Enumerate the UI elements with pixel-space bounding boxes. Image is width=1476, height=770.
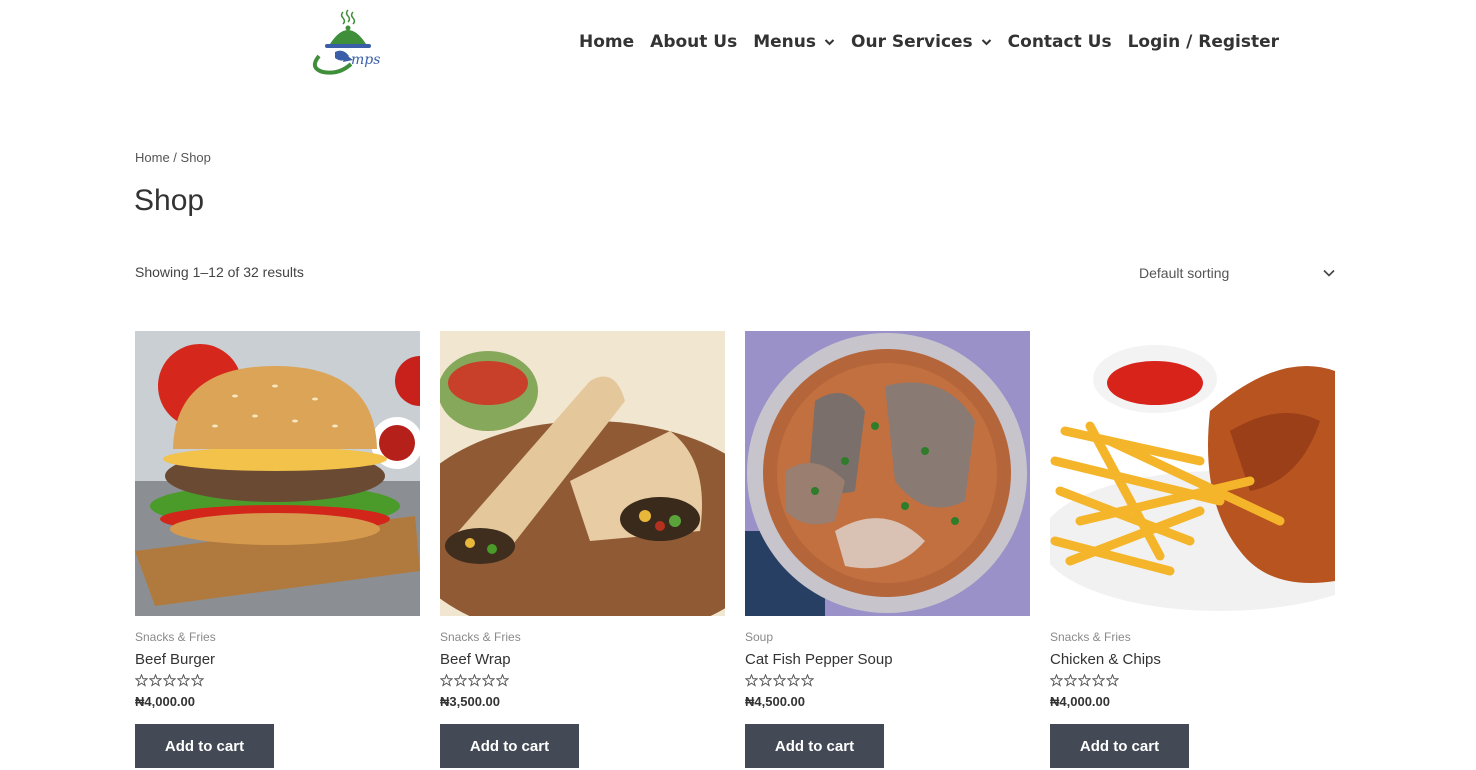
nav-menus[interactable]: Menus [753, 32, 835, 52]
star-icon [440, 674, 453, 687]
sorting-selected-label: Default sorting [1139, 265, 1230, 281]
product-image-beef-burger[interactable] [135, 331, 420, 616]
nav-our-services-label: Our Services [851, 32, 973, 52]
star-icon [163, 674, 176, 687]
result-count: Showing 1–12 of 32 results [135, 264, 304, 280]
chevron-down-icon [824, 39, 835, 46]
nav-contact-us-label: Contact Us [1007, 32, 1112, 52]
breadcrumb-home-link[interactable]: Home [135, 150, 170, 165]
product-name[interactable]: Beef Wrap [440, 651, 725, 668]
nav-about-us[interactable]: About Us [650, 32, 737, 52]
star-icon [759, 674, 772, 687]
product-name[interactable]: Cat Fish Pepper Soup [745, 651, 1030, 668]
sorting-select[interactable]: Default sorting [1130, 259, 1335, 287]
star-icon [787, 674, 800, 687]
product-image-chicken-chips[interactable] [1050, 331, 1335, 616]
star-icon [149, 674, 162, 687]
star-rating [440, 674, 725, 688]
star-icon [745, 674, 758, 687]
add-to-cart-button[interactable]: Add to cart [745, 724, 884, 768]
product-image-pepper-soup[interactable] [745, 331, 1030, 616]
star-rating [745, 674, 1030, 688]
breadcrumb-separator: / [169, 150, 181, 165]
page-title: Shop [134, 184, 205, 217]
star-icon [773, 674, 786, 687]
star-icon [1050, 674, 1063, 687]
nav-about-us-label: About Us [650, 32, 738, 52]
nav-our-services[interactable]: Our Services [851, 32, 992, 52]
star-icon [135, 674, 148, 687]
star-icon [1078, 674, 1091, 687]
product-price: ₦4,000.00 [1050, 694, 1110, 709]
product-card: Snacks & Fries Chicken & Chips ₦4,000.00… [1050, 331, 1335, 768]
product-category[interactable]: Snacks & Fries [135, 630, 420, 644]
star-rating [135, 674, 420, 688]
nav-menus-label: Menus [753, 32, 817, 52]
product-name[interactable]: Beef Burger [135, 651, 420, 668]
star-icon [482, 674, 495, 687]
breadcrumb-current: Shop [180, 150, 211, 165]
nav-contact-us[interactable]: Contact Us [1008, 32, 1112, 52]
product-card: Snacks & Fries Beef Wrap ₦3,500.00 Add t… [440, 331, 725, 768]
star-icon [1106, 674, 1119, 687]
star-rating [1050, 674, 1335, 688]
product-card: Soup Cat Fish Pepper Soup ₦4,500.00 Add … [745, 331, 1030, 768]
product-image-beef-wrap[interactable] [440, 331, 725, 616]
nav-home[interactable]: Home [579, 32, 634, 52]
nav-login-register[interactable]: Login / Register [1128, 32, 1279, 52]
product-price: ₦4,000.00 [135, 694, 195, 709]
star-icon [1092, 674, 1105, 687]
add-to-cart-button[interactable]: Add to cart [1050, 724, 1189, 768]
nav-home-label: Home [579, 32, 635, 52]
logo-text: mps [351, 52, 381, 68]
star-icon [177, 674, 190, 687]
star-icon [468, 674, 481, 687]
star-icon [191, 674, 204, 687]
product-category[interactable]: Snacks & Fries [440, 630, 725, 644]
product-price: ₦3,500.00 [440, 694, 500, 709]
add-to-cart-button[interactable]: Add to cart [440, 724, 579, 768]
site-logo[interactable]: mps [305, 8, 387, 78]
breadcrumb: Home / Shop [135, 150, 211, 165]
product-price: ₦4,500.00 [745, 694, 805, 709]
product-card: Snacks & Fries Beef Burger ₦4,000.00 Add… [135, 331, 420, 768]
star-icon [1064, 674, 1077, 687]
chevron-down-icon [981, 39, 991, 46]
star-icon [454, 674, 467, 687]
product-category[interactable]: Soup [745, 630, 1030, 644]
chevron-down-icon [1323, 269, 1335, 277]
product-name[interactable]: Chicken & Chips [1050, 651, 1335, 668]
add-to-cart-button[interactable]: Add to cart [135, 724, 274, 768]
product-grid: Snacks & Fries Beef Burger ₦4,000.00 Add… [135, 331, 1335, 768]
star-icon [496, 674, 509, 687]
product-category[interactable]: Snacks & Fries [1050, 630, 1335, 644]
nav-login-register-label: Login / Register [1127, 32, 1280, 52]
main-nav: Home About Us Menus Our Services Contact… [579, 32, 1279, 52]
star-icon [801, 674, 814, 687]
